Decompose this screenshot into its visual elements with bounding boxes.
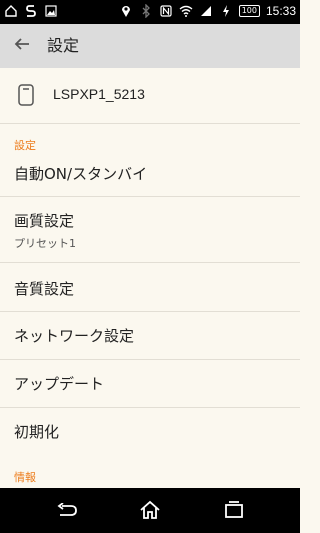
battery-icon: 100	[238, 5, 260, 17]
navigation-bar	[0, 488, 300, 533]
menu-item-sound-settings[interactable]: 音質設定	[0, 263, 300, 312]
recents-nav-icon[interactable]	[222, 499, 246, 521]
menu-item-update[interactable]: アップデート	[0, 360, 300, 408]
menu-item-reset[interactable]: 初期化	[0, 408, 300, 456]
device-row[interactable]: LSPXP1_5213	[0, 68, 300, 124]
device-icon	[18, 84, 34, 106]
menu-item-auto-on-standby[interactable]: 自動ON/スタンバイ	[0, 150, 300, 197]
app-bar: 設定	[0, 24, 300, 68]
arrow-back-icon	[14, 36, 30, 56]
menu-item-label: 初期化	[14, 423, 60, 441]
section-header-info: 情報	[14, 471, 36, 484]
home-nav-icon[interactable]	[138, 499, 162, 521]
s-logo-icon	[24, 3, 38, 19]
image-icon	[44, 3, 58, 19]
signal-icon	[199, 3, 213, 19]
menu-item-network-settings[interactable]: ネットワーク設定	[0, 312, 300, 360]
menu-item-picture-settings[interactable]: 画質設定 プリセット1	[0, 197, 300, 263]
page-title: 設定	[47, 36, 80, 55]
status-bar: 100 15:33	[0, 0, 300, 24]
bluetooth-icon	[139, 3, 153, 19]
menu-item-label: 画質設定	[14, 212, 75, 230]
menu-item-sublabel: プリセット1	[14, 237, 76, 250]
menu-item-label: ネットワーク設定	[14, 327, 135, 345]
menu-item-label: 音質設定	[14, 280, 75, 298]
menu-item-label: アップデート	[14, 375, 105, 393]
charging-icon	[219, 3, 233, 19]
back-nav-icon[interactable]	[55, 499, 79, 521]
menu-item-label: 自動ON/スタンバイ	[14, 165, 148, 183]
back-button[interactable]	[10, 34, 34, 58]
nfc-icon	[159, 3, 173, 19]
wifi-icon	[179, 3, 193, 19]
clock: 15:33	[265, 4, 296, 18]
location-icon	[119, 3, 133, 19]
home-icon	[4, 3, 18, 19]
device-name: LSPXP1_5213	[53, 86, 145, 102]
